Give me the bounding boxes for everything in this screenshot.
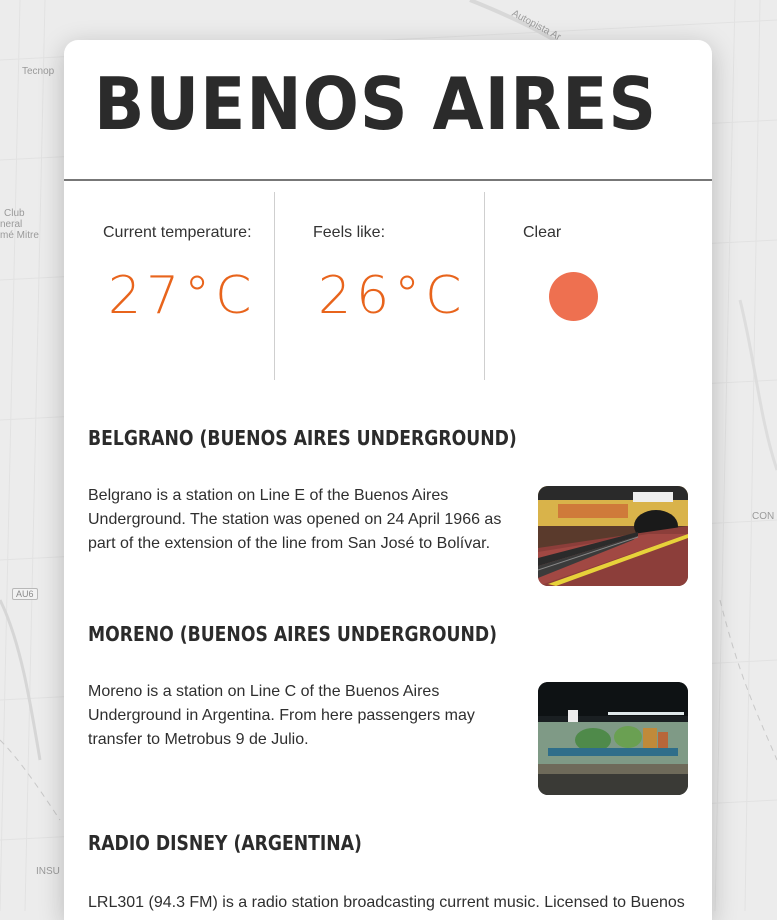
- article-title[interactable]: BELGRANO (BUENOS AIRES UNDERGROUND): [88, 426, 517, 450]
- current-temperature-label: Current temperature:: [103, 224, 252, 241]
- article-belgrano: BELGRANO (BUENOS AIRES UNDERGROUND) Belg…: [88, 426, 688, 596]
- article-text: Moreno is a station on Line C of the Bue…: [88, 683, 475, 748]
- city-title: BUENOS AIRES: [94, 62, 657, 146]
- weather-panel: Current temperature: 27°C Feels like: 26…: [64, 192, 712, 380]
- map-label: INSU: [36, 866, 60, 877]
- city-info-card: BUENOS AIRES Current temperature: 27°C F…: [64, 40, 712, 920]
- feels-like-value: 26°C: [318, 266, 467, 326]
- article-text: Belgrano is a station on Line E of the B…: [88, 487, 502, 552]
- map-label: Club: [4, 208, 25, 219]
- condition-label: Clear: [523, 224, 562, 241]
- map-label: mé Mitre: [0, 230, 39, 241]
- article-title[interactable]: RADIO DISNEY (ARGENTINA): [88, 831, 362, 855]
- article-radio-disney: RADIO DISNEY (ARGENTINA) LRL301 (94.3 FM…: [88, 831, 688, 920]
- sun-icon: [549, 272, 598, 321]
- station-photo[interactable]: [538, 486, 688, 586]
- feels-like-cell: Feels like: 26°C: [274, 192, 485, 380]
- highway-shield: AU6: [12, 588, 38, 600]
- station-photo[interactable]: [538, 682, 688, 795]
- map-label: CON: [752, 511, 775, 522]
- article-text: LRL301 (94.3 FM) is a radio station broa…: [88, 894, 685, 911]
- moreno-station-image: [538, 682, 688, 795]
- current-temperature-cell: Current temperature: 27°C: [64, 192, 275, 380]
- feels-like-label: Feels like:: [313, 224, 386, 241]
- article-moreno: MORENO (BUENOS AIRES UNDERGROUND) Moreno…: [88, 622, 688, 802]
- title-divider: [64, 179, 712, 181]
- map-label: neral: [0, 219, 23, 230]
- map-label: Tecnop: [22, 66, 55, 77]
- belgrano-station-image: [538, 486, 688, 586]
- current-temperature-value: 27°C: [108, 266, 257, 326]
- article-title[interactable]: MORENO (BUENOS AIRES UNDERGROUND): [88, 622, 497, 646]
